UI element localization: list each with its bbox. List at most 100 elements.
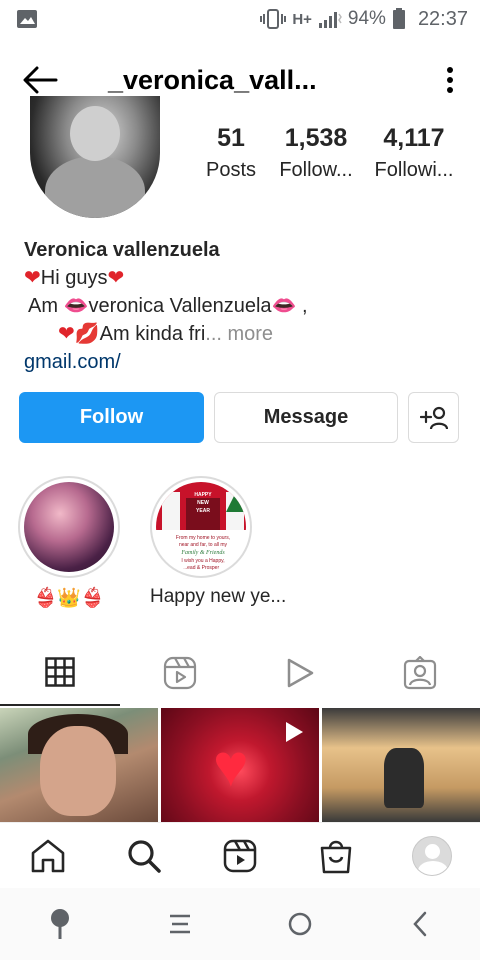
back-arrow-icon [23, 66, 58, 94]
tab-videos[interactable] [240, 640, 360, 706]
signal-icon [318, 12, 342, 28]
tab-tagged[interactable] [360, 640, 480, 706]
new-year-card-image: HAPPY NEW YEAR From my home to yours, ne… [156, 482, 246, 572]
story-highlight[interactable]: HAPPY NEW YEAR From my home to yours, ne… [150, 476, 286, 608]
lips-emoji-icon: 👄 [63, 295, 89, 317]
bio-line-3: ❤💋Am kinda fri... more [24, 320, 464, 348]
nav-search[interactable] [96, 823, 192, 889]
card-title-1: HAPPY [194, 492, 212, 498]
bio-line-1-text: Hi guys [40, 267, 108, 289]
reel-play-badge-icon [286, 722, 303, 742]
card-msg-2: near and far, to all my [179, 542, 228, 548]
heart-emoji-icon: ❤ [107, 267, 125, 289]
follow-button[interactable]: Follow [19, 392, 204, 443]
highlight-ring: HAPPY NEW YEAR From my home to yours, ne… [150, 476, 252, 578]
profile-stats: 51 Posts 1,538 Follow... 4,117 Followi..… [196, 124, 466, 182]
vibrate-icon [260, 9, 287, 29]
nav-shop[interactable] [288, 823, 384, 889]
search-icon [128, 840, 161, 873]
stat-following-label: Followi... [374, 159, 454, 181]
profile-avatar-small [412, 836, 452, 876]
assistant-button[interactable] [0, 888, 120, 960]
assistant-icon [51, 909, 69, 939]
post-thumbnail[interactable] [322, 708, 480, 822]
highlight-label: Happy new ye... [150, 586, 287, 607]
recents-icon [170, 914, 190, 934]
bio-line-2-text: Am [28, 295, 64, 317]
gallery-notification-icon [17, 10, 37, 28]
profile-username: _veronica_vall... [108, 64, 317, 95]
heart-emoji-icon: ❤ [24, 267, 41, 289]
more-options-button[interactable] [420, 50, 480, 110]
profile-actions: Follow Message [19, 392, 459, 443]
profile-content-tabs [0, 640, 480, 706]
home-button[interactable] [240, 888, 360, 960]
heart-emoji-icon: ❤ [58, 323, 75, 345]
stat-posts[interactable]: 51 Posts [196, 124, 266, 182]
grid-icon [45, 657, 75, 687]
highlight-ring [18, 476, 120, 578]
story-highlight[interactable]: 👙👑👙 [18, 476, 120, 610]
bio-line-2: Am 👄veronica Vallenzuela👄 , [24, 292, 464, 320]
stat-followers-value: 1,538 [284, 124, 348, 152]
battery-percent: 94% [347, 8, 386, 29]
reels-icon [163, 656, 197, 690]
shop-icon [320, 840, 352, 874]
bio-full-name: Veronica vallenzuela [24, 239, 220, 261]
posts-grid: ♥ [0, 708, 480, 822]
suggested-users-button[interactable] [408, 392, 459, 443]
lips-emoji-icon: 👄 [271, 295, 297, 317]
bio-line-1: ❤Hi guys❤ [24, 264, 464, 292]
avatar-photo-body [45, 156, 145, 218]
tagged-icon [403, 656, 437, 690]
profile-avatar[interactable] [30, 96, 160, 218]
stat-posts-value: 51 [217, 124, 245, 152]
home-circle-icon [288, 912, 312, 936]
card-msg-1: From my home to yours, [176, 535, 230, 541]
bottom-navigation [0, 822, 480, 888]
heart-photo-icon: ♥ [213, 732, 249, 799]
message-button[interactable]: Message [214, 392, 398, 443]
card-title-2: NEW [197, 500, 209, 506]
highlight-label: 👙👑👙 [33, 588, 105, 609]
card-msg-5: ...ead & Prosper... [183, 565, 223, 571]
avatar-photo-face [70, 106, 120, 161]
card-title-3: YEAR [196, 508, 210, 514]
bio-line-3-text: Am kinda fri [99, 323, 206, 345]
tab-posts-grid[interactable] [0, 640, 120, 706]
kiss-emoji-icon: 💋 [74, 323, 100, 345]
more-vertical-icon [447, 67, 453, 93]
highlight-cover: HAPPY NEW YEAR From my home to yours, ne… [156, 482, 246, 572]
post-photo-face [40, 726, 116, 816]
nav-reels[interactable] [192, 823, 288, 889]
highlight-cover [24, 482, 114, 572]
post-thumbnail[interactable]: ♥ [161, 708, 319, 822]
nav-profile[interactable] [384, 823, 480, 889]
back-button-system[interactable] [360, 888, 480, 960]
clock: 22:37 [417, 7, 468, 30]
add-person-icon [419, 406, 448, 429]
tab-reels[interactable] [120, 640, 240, 706]
reels-icon [223, 839, 257, 873]
nav-home[interactable] [0, 823, 96, 889]
stat-followers-label: Follow... [279, 159, 353, 181]
network-type: H+ [292, 10, 312, 28]
bio-line-2-end: , [296, 295, 308, 317]
bio-line-2-name: veronica Vallenzuela [88, 295, 272, 317]
bio-more-link[interactable]: ... more [205, 323, 273, 345]
stat-followers[interactable]: 1,538 Follow... [266, 124, 366, 182]
stat-following[interactable]: 4,117 Followi... [366, 124, 462, 182]
profile-bio: Veronica vallenzuela ❤Hi guys❤ Am 👄veron… [24, 236, 464, 376]
card-msg-3: Family & Friends [180, 550, 225, 556]
stat-posts-label: Posts [205, 159, 257, 181]
bio-website-link[interactable]: gmail.com/ [24, 348, 464, 376]
stat-following-value: 4,117 [383, 124, 445, 152]
post-thumbnail[interactable] [0, 708, 158, 822]
recents-button[interactable] [120, 888, 240, 960]
card-msg-4: I wish you a Happy, [181, 558, 224, 564]
back-chevron-icon [413, 911, 427, 937]
video-play-icon [287, 658, 314, 688]
home-icon [31, 839, 65, 873]
battery-icon [392, 8, 405, 29]
system-navigation-bar [0, 888, 480, 960]
